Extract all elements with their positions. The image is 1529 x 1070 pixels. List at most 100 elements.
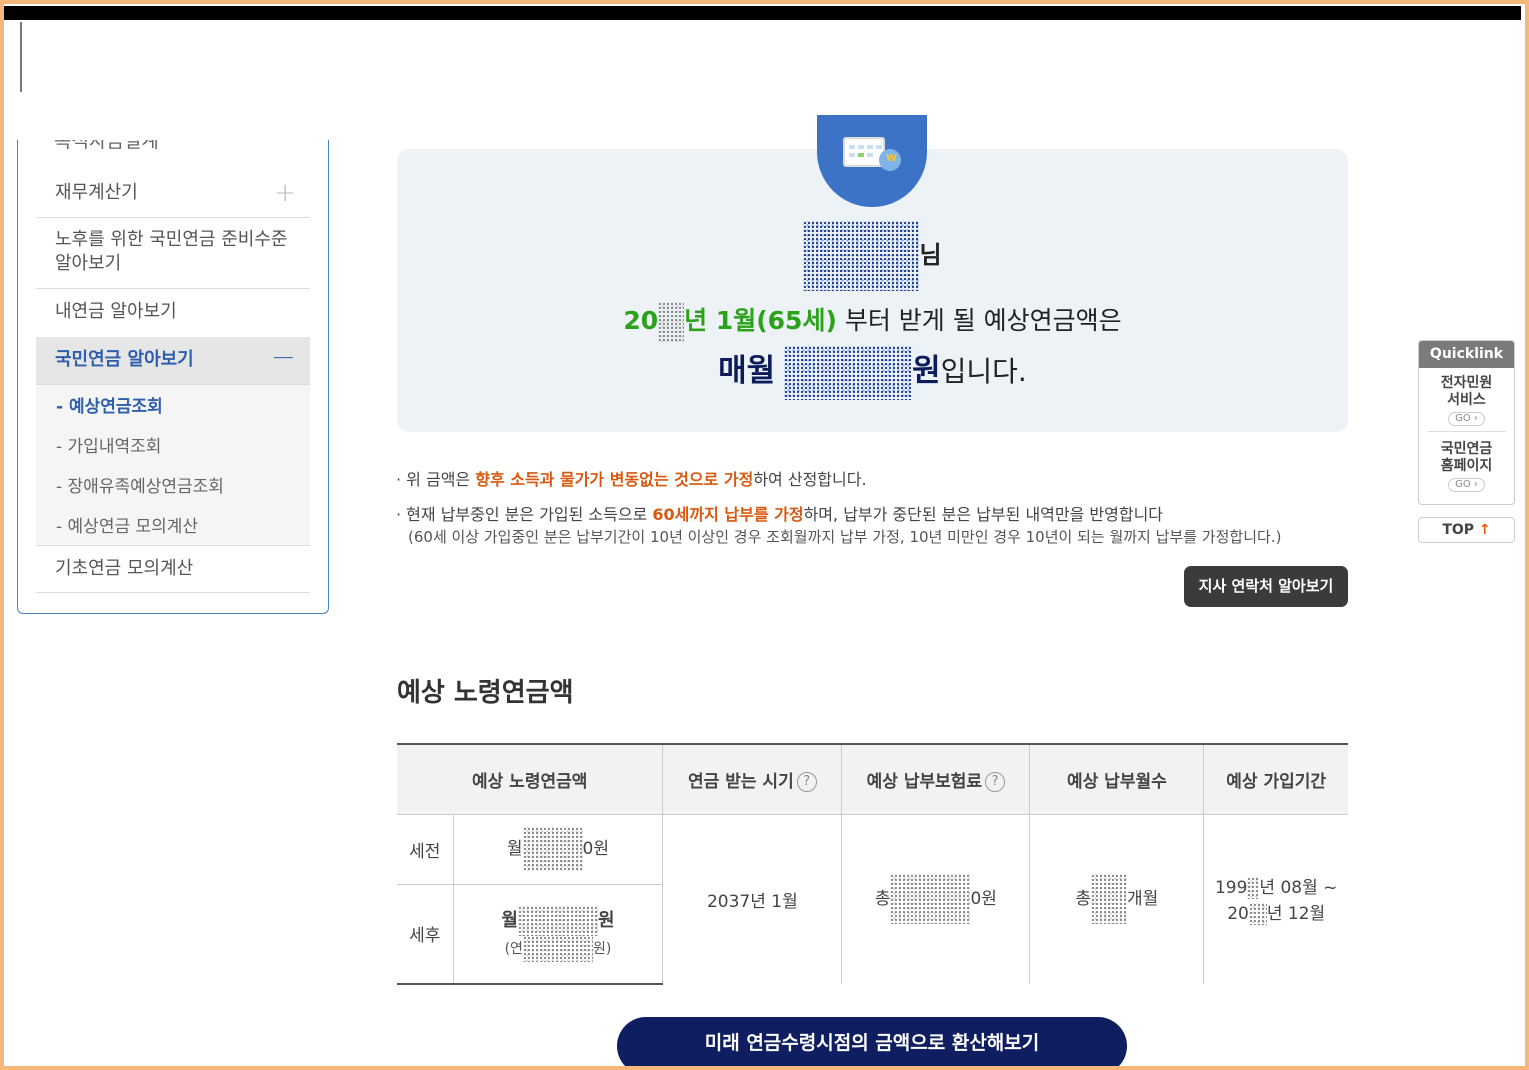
period-line2-suffix: 년 12월: [1266, 904, 1326, 925]
scroll-top-button[interactable]: TOP ↑: [1418, 517, 1515, 543]
pension-table: 예상 노령연금액 연금 받는 시기? 예상 납부보험료? 예상 납부월수 예상 …: [397, 743, 1348, 985]
masked-period-2: [1248, 903, 1267, 926]
pre-tax-suffix: 0원: [582, 839, 609, 859]
pre-tax-amount: 월 0원: [452, 813, 663, 884]
quicklink-nps-homepage[interactable]: 국민연금 홈페이지 GO ›: [1419, 441, 1514, 492]
submenu-disability-survivor[interactable]: - 장애유족예상연금조회: [56, 472, 224, 497]
note-2: · 현재 납부중인 분은 가입된 소득으로 60세까지 납부를 가정하며, 납부…: [396, 501, 1163, 525]
masked-year: [658, 302, 685, 342]
masked-name: [803, 221, 920, 291]
masked-period-1: [1247, 877, 1260, 900]
after-tax-amount: 월 원 (연 원): [452, 883, 663, 985]
sidebar-item-national-pension[interactable]: 국민연금 알아보기 −: [36, 337, 310, 385]
months-cell: 총 개월: [1029, 813, 1204, 984]
submenu-expected-pension[interactable]: - 예상연금조회: [56, 392, 163, 417]
quicklink-label: 국민연금: [1440, 441, 1493, 457]
minus-icon[interactable]: −: [271, 335, 296, 381]
receive-time-cell: 2037년 1월: [662, 813, 842, 984]
convert-future-value-button[interactable]: 미래 연금수령시점의 금액으로 환산해보기: [617, 1017, 1127, 1070]
note-2-sub: (60세 이상 가입중인 분은 납부기간이 10년 이상인 경우 조회월까지 납…: [408, 528, 1282, 546]
header-label: 연금 받는 시기: [688, 771, 794, 792]
note-1: · 위 금액은 향후 소득과 물가가 변동없는 것으로 가정하여 산정합니다.: [396, 466, 867, 490]
header-label: 예상 노령연금액: [471, 771, 588, 792]
section-title: 예상 노령연금액: [397, 678, 574, 708]
top-bar: [4, 6, 1521, 20]
header-label: 예상 가입기간: [1226, 771, 1327, 792]
branch-contact-button[interactable]: 지사 연락처 알아보기: [1184, 566, 1348, 607]
quicklink-label: 홈페이지: [1440, 458, 1493, 474]
months-suffix: 개월: [1127, 889, 1159, 910]
scroll-mark: [20, 22, 22, 92]
help-icon[interactable]: ?: [796, 771, 817, 792]
submenu-simulation[interactable]: - 예상연금 모의계산: [56, 512, 198, 537]
masked-pre-tax: [522, 827, 583, 871]
won-unit: 원: [912, 353, 941, 389]
after-tax-annual-suffix: 원): [592, 940, 612, 957]
pre-tax-prefix: 월: [506, 839, 523, 859]
row-label-after-tax: 세후: [397, 883, 453, 985]
period-line1-prefix: 199: [1214, 878, 1248, 899]
sidebar-submenu: - 예상연금조회 - 가입내역조회 - 장애유족예상연금조회 - 예상연금 모의…: [36, 385, 310, 545]
note-1-pre: · 위 금액은: [396, 470, 476, 489]
header-premium: 예상 납부보험료?: [841, 743, 1030, 814]
note-2-highlight: 60세까지 납부를 가정: [652, 505, 804, 524]
note-1-highlight: 향후 소득과 물가가 변동없는 것으로 가정: [475, 470, 754, 489]
period-line2-prefix: 20: [1227, 904, 1249, 925]
submenu-subscription-history[interactable]: - 가입내역조회: [56, 432, 161, 457]
go-button[interactable]: GO ›: [1448, 412, 1485, 426]
premium-cell: 총 0원: [841, 813, 1030, 984]
header-label: 예상 납부보험료: [866, 771, 983, 792]
sidebar-item-label: 노후를 위한 국민연금 준비수준 알아보기: [55, 229, 288, 274]
sidebar-item-basic-pension[interactable]: 기초연금 모의계산: [36, 545, 310, 593]
sidebar-item-label: 재무계산기: [55, 182, 138, 203]
help-icon[interactable]: ?: [985, 771, 1006, 792]
sidebar-item-label: 기초연금 모의계산: [55, 558, 194, 579]
after-tax-suffix: 원: [597, 909, 615, 931]
header-receive-time: 연금 받는 시기?: [662, 743, 842, 814]
period-cell: 199 년 08월 ~ 20 년 12월: [1203, 813, 1348, 984]
sidebar-item-label: 내연금 알아보기: [55, 301, 177, 322]
go-button[interactable]: GO ›: [1448, 478, 1485, 492]
sidebar-item-finance-calculator[interactable]: 재무계산기 +: [36, 168, 310, 218]
top-label: TOP: [1442, 522, 1475, 538]
sidebar-item-cut[interactable]: 목적자금설계: [54, 140, 159, 153]
row-label-pre-tax: 세전: [397, 813, 453, 884]
sidebar-item-retirement-readiness[interactable]: 노후를 위한 국민연금 준비수준 알아보기: [36, 218, 310, 289]
money-bag-icon: W: [879, 149, 901, 171]
plus-icon[interactable]: +: [274, 168, 296, 218]
quicklink-label: 전자민원: [1440, 375, 1493, 391]
header-months: 예상 납부월수: [1029, 743, 1204, 814]
start-date-suffix: 년 1월(65세): [684, 306, 837, 335]
ending-text: 입니다.: [940, 355, 1027, 388]
masked-premium: [890, 874, 971, 925]
after-tax-annual-prefix: (연: [504, 940, 523, 957]
arrow-up-icon: ↑: [1478, 522, 1491, 538]
name-suffix: 님: [919, 241, 942, 269]
monthly-label: 매월: [718, 353, 776, 389]
header-period: 예상 가입기간: [1203, 743, 1348, 814]
months-prefix: 총: [1075, 889, 1092, 910]
masked-months: [1091, 874, 1128, 925]
quicklink-panel: Quicklink 전자민원 서비스 GO › 국민연금 홈페이지 GO ›: [1418, 340, 1515, 505]
start-date-rest: 부터 받게 될 예상연금액은: [836, 306, 1122, 335]
header-expected-pension: 예상 노령연금액: [397, 743, 663, 814]
quicklink-label: 서비스: [1447, 392, 1486, 408]
note-2-pre: · 현재 납부중인 분은 가입된 소득으로: [396, 505, 653, 524]
note-2-post: 하며, 납부가 중단된 분은 납부된 내역만을 반영합니다: [803, 505, 1164, 524]
masked-annual: [522, 935, 593, 962]
sidebar-item-label: 국민연금 알아보기: [55, 349, 194, 370]
period-line1-suffix: 년 08월 ~: [1259, 878, 1338, 899]
user-name-row: 님: [397, 221, 1348, 291]
start-year-prefix: 20: [623, 306, 659, 335]
quicklink-e-civil-service[interactable]: 전자민원 서비스 GO ›: [1419, 375, 1514, 426]
masked-after-tax: [517, 905, 598, 936]
premium-prefix: 총: [874, 889, 891, 910]
after-tax-prefix: 월: [501, 909, 518, 931]
monthly-amount-line: 매월 원입니다.: [397, 345, 1348, 400]
start-date-line: 20 년 1월(65세) 부터 받게 될 예상연금액은: [397, 301, 1348, 342]
note-1-post: 하여 산정합니다.: [753, 470, 867, 489]
sidebar-nav: 목적자금설계 재무계산기 + 노후를 위한 국민연금 준비수준 알아보기 내연금…: [17, 140, 329, 614]
sidebar-item-my-pension[interactable]: 내연금 알아보기: [36, 289, 310, 339]
masked-amount: [784, 346, 913, 400]
divider: [1427, 431, 1506, 432]
